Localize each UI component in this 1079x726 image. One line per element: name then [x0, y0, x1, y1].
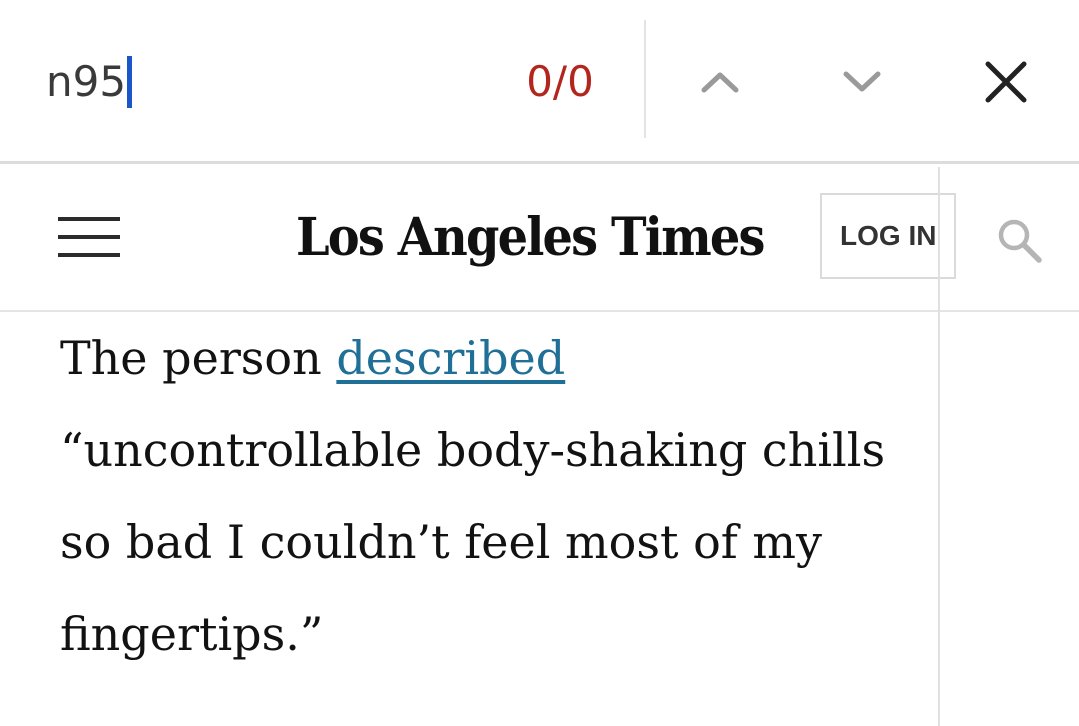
article-line: “uncontrollable body-shaking chills [60, 423, 886, 477]
search-icon [998, 219, 1042, 263]
find-in-page-bar: n95 0/0 [0, 0, 1079, 164]
find-input[interactable]: n95 [46, 52, 133, 112]
close-icon [985, 61, 1027, 103]
side-panel-overlay [940, 312, 1079, 726]
text-caret [127, 56, 133, 108]
described-link[interactable]: described [336, 331, 565, 385]
article-line: fingertips.” [60, 607, 324, 661]
hamburger-menu-icon[interactable] [58, 215, 120, 259]
chevron-down-icon [843, 71, 881, 92]
menu-bar [58, 235, 120, 239]
site-header: Los Angeles Times LOG IN [0, 167, 1079, 312]
match-count: 0/0 [526, 57, 594, 106]
close-find-button[interactable] [974, 50, 1038, 114]
chevron-up-icon [701, 72, 739, 93]
menu-bar [58, 217, 120, 221]
article-text: The person [60, 331, 337, 385]
next-match-button[interactable] [830, 50, 894, 114]
previous-match-button[interactable] [688, 50, 752, 114]
article-line: The person described [60, 312, 1020, 404]
article-body: The person described “uncontrollable bod… [60, 312, 1020, 680]
divider [644, 20, 646, 138]
log-in-button[interactable]: LOG IN [820, 193, 956, 279]
find-query-text: n95 [46, 57, 127, 106]
article-line: so bad I couldn’t feel most of my [60, 515, 823, 569]
site-logo[interactable]: Los Angeles Times [296, 203, 765, 273]
search-button[interactable] [994, 215, 1044, 265]
menu-bar [58, 253, 120, 257]
